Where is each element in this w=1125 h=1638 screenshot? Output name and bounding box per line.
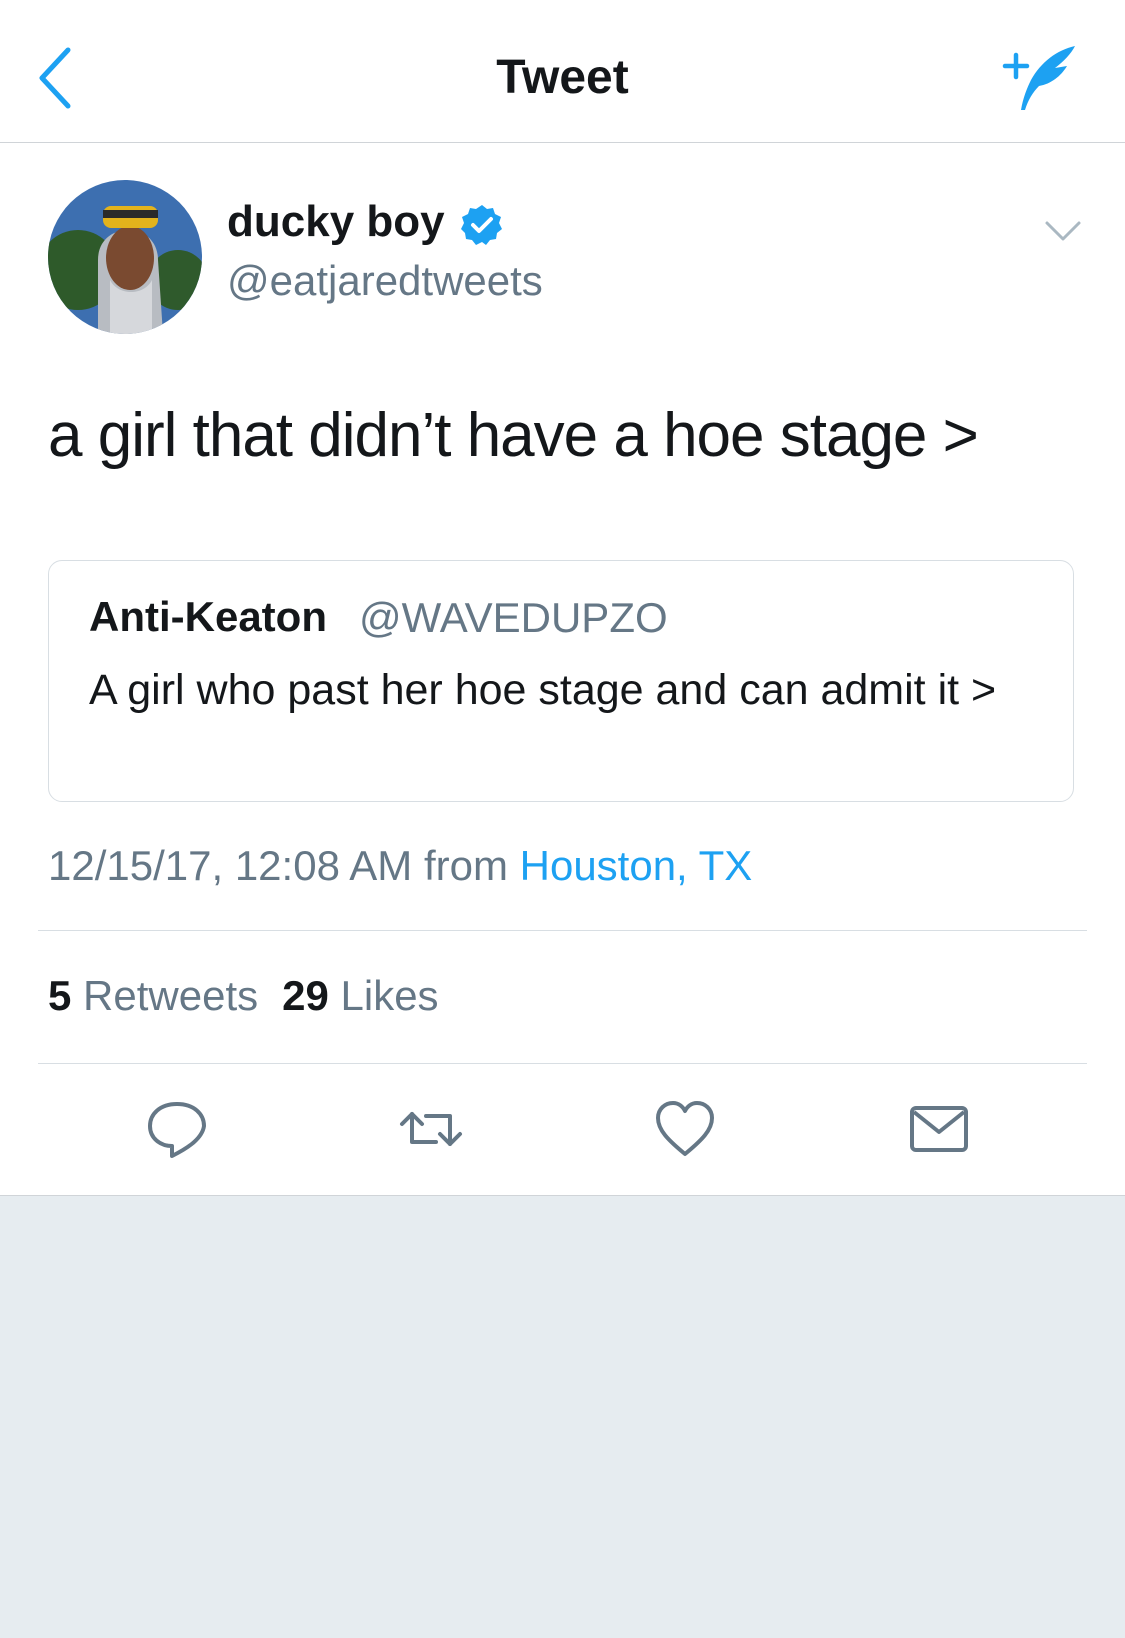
author-name[interactable]: ducky boy [227,197,445,247]
retweets-label: Retweets [83,972,259,1019]
quoted-tweet-text: A girl who past her hoe stage and can ad… [89,666,997,714]
author-handle[interactable]: @eatjaredtweets [227,257,543,305]
divider [38,930,1087,931]
likes-stat[interactable]: 29 Likes [282,972,438,1019]
avatar[interactable] [48,180,202,334]
tweet-text: a girl that didn’t have a hoe stage > [48,401,979,470]
quoted-author-handle: @WAVEDUPZO [359,594,668,641]
direct-message-icon [910,1106,968,1152]
tweet-detail-screen: Tweet ducky boy @eatjaredtweets a girl t… [0,0,1125,1638]
verified-badge-icon [461,205,502,245]
likes-label: Likes [340,972,439,1019]
from-label: from [423,842,508,889]
reply-button[interactable] [144,1096,210,1162]
retweet-button[interactable] [398,1096,464,1162]
retweets-stat[interactable]: 5 Retweets [48,972,258,1019]
direct-message-button[interactable] [906,1096,972,1162]
like-button[interactable] [652,1096,718,1162]
divider [38,1063,1087,1064]
timestamp: 12/15/17, 12:08 AM [48,842,413,889]
nav-bar: Tweet [0,0,1125,143]
retweet-icon [400,1112,462,1146]
tweet-panel: Tweet ducky boy @eatjaredtweets a girl t… [0,0,1125,1195]
tweet-stats: 5 Retweets 29 Likes [48,972,439,1020]
page-title: Tweet [496,51,629,104]
location-link[interactable]: Houston, TX [520,842,753,889]
retweets-count: 5 [48,972,72,1019]
caret-down-icon[interactable] [1043,215,1083,245]
quoted-author-name: Anti-Keaton [89,593,327,640]
quoted-tweet-card[interactable]: Anti-Keaton @WAVEDUPZO A girl who past h… [48,560,1074,802]
likes-count: 29 [282,972,329,1019]
tweet-meta: 12/15/17, 12:08 AM from Houston, TX [48,842,752,890]
avatar-photo [48,180,202,334]
compose-tweet-icon [1002,46,1075,110]
reply-icon [148,1102,206,1158]
compose-tweet-button[interactable] [995,40,1085,120]
panel-bottom-border [0,1195,1125,1196]
like-icon [656,1101,714,1156]
